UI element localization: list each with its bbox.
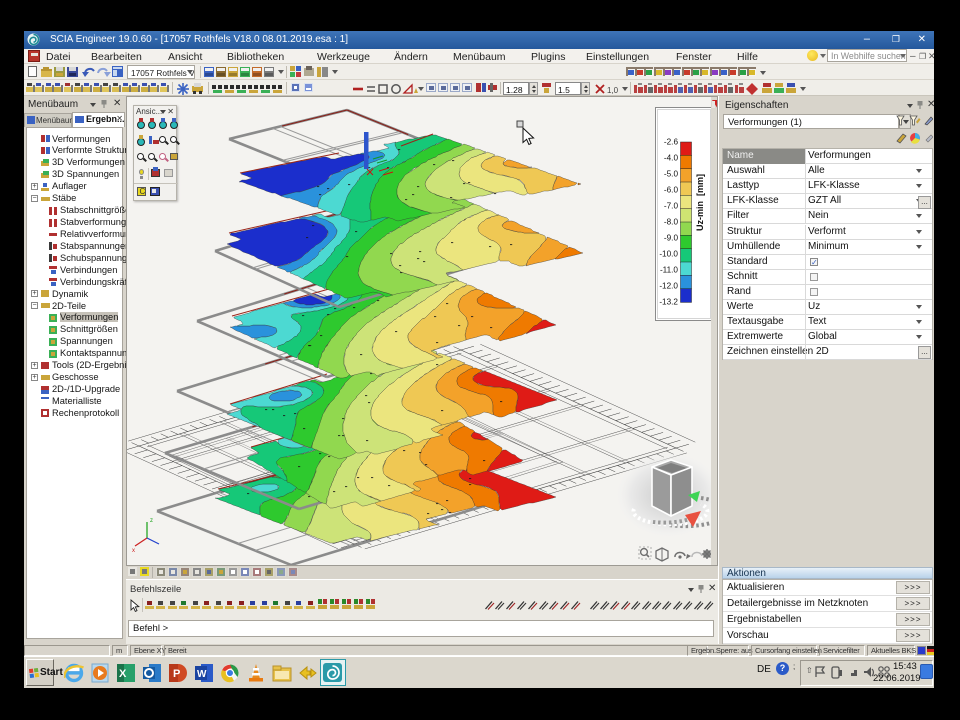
svg-text:-9.0: -9.0 <box>664 234 679 243</box>
svg-text:-2.6: -2.6 <box>664 138 679 147</box>
svg-text:x: x <box>132 548 135 554</box>
svg-text:z: z <box>150 518 153 524</box>
svg-text:1,0: 1,0 <box>607 86 619 95</box>
svg-text:-10.0: -10.0 <box>659 250 678 259</box>
svg-text:-5.0: -5.0 <box>664 170 679 179</box>
svg-text:-12.0: -12.0 <box>659 282 678 291</box>
svg-text:-4.0: -4.0 <box>664 154 679 163</box>
svg-text:X: X <box>119 668 127 680</box>
svg-text:-13.2: -13.2 <box>659 298 678 307</box>
svg-text:-8.0: -8.0 <box>664 218 679 227</box>
svg-text:-6.0: -6.0 <box>664 186 679 195</box>
svg-text:W: W <box>197 669 207 680</box>
svg-text:P: P <box>173 668 180 680</box>
svg-text:-11.0: -11.0 <box>660 266 678 275</box>
svg-text:Uz-min [mm]: Uz-min [mm] <box>695 174 705 231</box>
svg-text:-7.0: -7.0 <box>664 202 679 211</box>
